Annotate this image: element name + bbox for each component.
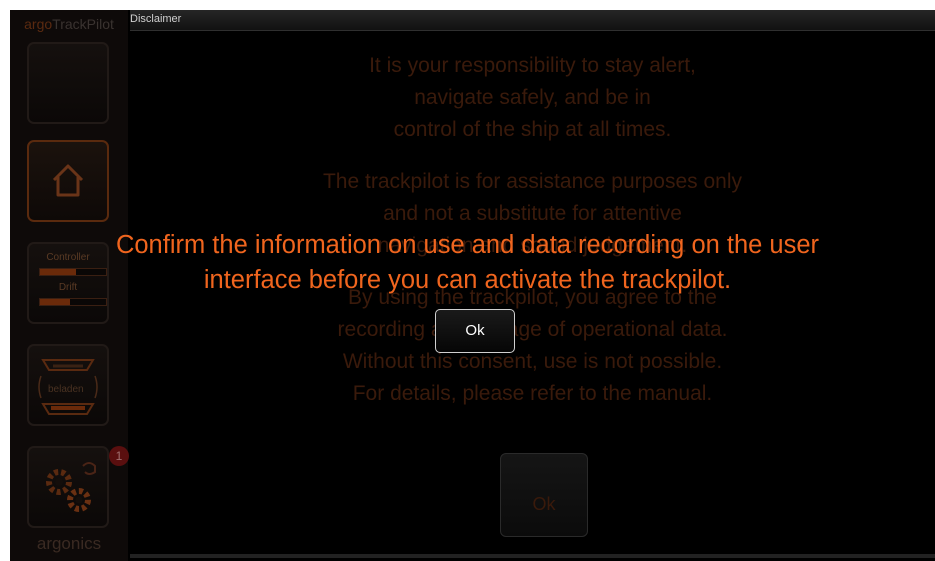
text-line: It is your responsibility to stay alert, bbox=[369, 54, 696, 77]
dialog-ok-button[interactable]: Ok bbox=[500, 453, 588, 537]
text-line: and not a substitute for attentive bbox=[383, 202, 682, 225]
text-line: navigate safely, and be in bbox=[414, 86, 651, 109]
load-label: beladen bbox=[48, 384, 84, 395]
confirmation-message: Confirm the information on use and data … bbox=[0, 228, 935, 298]
confirm-ok-button[interactable]: Ok bbox=[435, 309, 515, 353]
brand-prefix: argo bbox=[24, 16, 53, 32]
message-line: Confirm the information on use and data … bbox=[115, 231, 820, 259]
text-line: control of the ship at all times. bbox=[393, 118, 672, 141]
home-button[interactable] bbox=[27, 140, 109, 222]
paragraph-responsibility: It is your responsibility to stay alert,… bbox=[130, 50, 935, 146]
notification-badge: 1 bbox=[109, 446, 129, 466]
app-logo: argoTrackPilot bbox=[10, 16, 128, 32]
dialog-title: Disclaimer bbox=[130, 13, 182, 25]
empty-slot-button[interactable] bbox=[27, 42, 109, 124]
drift-bar-fill bbox=[40, 299, 70, 305]
text-line: recording and storage of operational dat… bbox=[337, 318, 728, 341]
paragraph-data-consent: By using the trackpilot, you agree to th… bbox=[130, 282, 935, 410]
gears-icon bbox=[46, 462, 96, 512]
dialog-titlebar: Disclaimer bbox=[130, 10, 935, 31]
home-icon bbox=[52, 164, 84, 197]
text-line: For details, please refer to the manual. bbox=[352, 382, 713, 405]
bottom-divider bbox=[130, 554, 935, 558]
text-line: The trackpilot is for assistance purpose… bbox=[322, 170, 743, 193]
drift-bar bbox=[39, 298, 107, 306]
load-state-button[interactable]: beladen bbox=[27, 344, 109, 426]
message-line: interface before you can activate the tr… bbox=[203, 266, 732, 294]
settings-button[interactable] bbox=[27, 446, 109, 528]
brand-suffix: TrackPilot bbox=[52, 16, 114, 32]
footer-logo: argonics bbox=[36, 534, 102, 553]
text-line: Without this consent, use is not possibl… bbox=[342, 350, 723, 373]
